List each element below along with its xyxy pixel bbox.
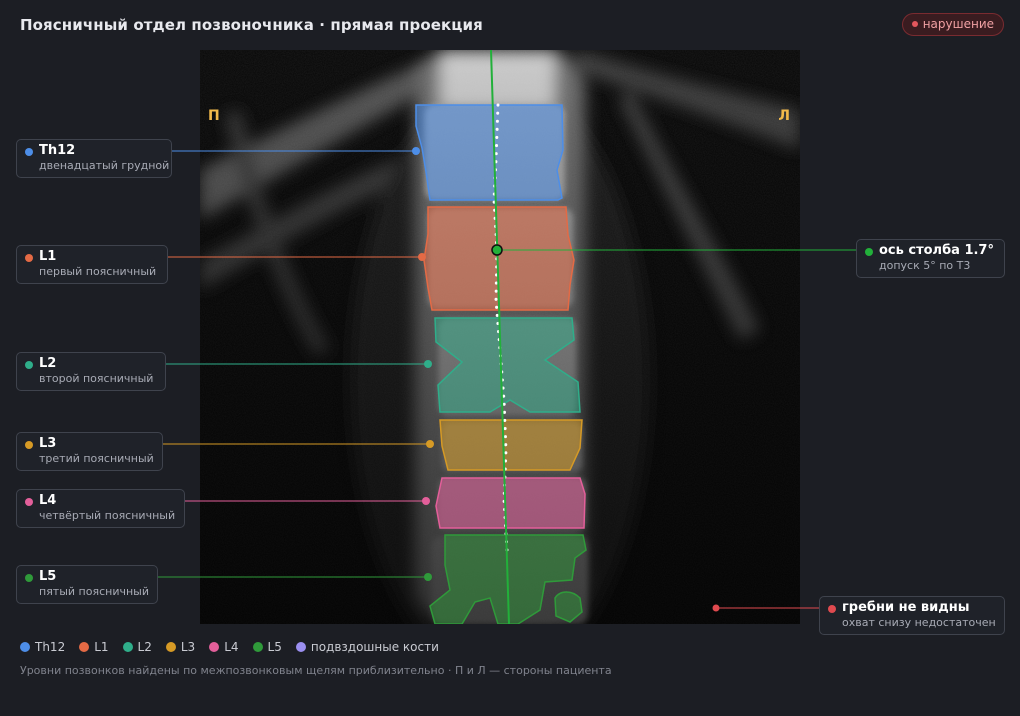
- callout-th12-sub: двенадцатый грудной: [39, 159, 170, 172]
- alert-dot-icon: [911, 20, 918, 27]
- axis-color-dot: [865, 248, 873, 256]
- callout-crest-label: гребни не видны: [842, 600, 970, 615]
- callout-l2[interactable]: L2 второй поясничный: [16, 352, 166, 391]
- legend-label: Th12: [35, 640, 66, 654]
- callout-l1-sub: первый поясничный: [39, 265, 157, 278]
- callout-l5-label: L5: [39, 569, 57, 584]
- callout-l2-sub: второй поясничный: [39, 372, 154, 385]
- l5-color-dot: [25, 574, 33, 582]
- callout-l2-label: L2: [39, 356, 57, 371]
- vertebra-mask-l4[interactable]: [435, 477, 586, 529]
- side-marker-left-patient: Л: [778, 108, 790, 124]
- callout-th12[interactable]: Th12 двенадцатый грудной: [16, 139, 172, 178]
- legend-dot-icon: [122, 642, 133, 652]
- legend-item-l3[interactable]: L3: [165, 640, 196, 654]
- l4-color-dot: [25, 498, 33, 506]
- legend-dot-icon: [79, 642, 90, 652]
- callout-axis-sub: допуск 5° по Т3: [879, 259, 971, 272]
- callout-l1[interactable]: L1 первый поясничный: [16, 245, 168, 284]
- legend-item-iliac[interactable]: подвздошные кости: [295, 640, 439, 654]
- callout-l3[interactable]: L3 третий поясничный: [16, 432, 163, 471]
- callout-l3-sub: третий поясничный: [39, 452, 154, 465]
- legend-dot-icon: [20, 642, 30, 652]
- footnote: Уровни позвонков найдены по межпозвонков…: [20, 664, 612, 677]
- legend-item-l2[interactable]: L2: [122, 640, 152, 654]
- callout-th12-label: Th12: [39, 143, 76, 158]
- legend-label: подвздошные кости: [310, 640, 439, 654]
- vertebra-mask-th12[interactable]: [415, 104, 564, 201]
- legend-label: L1: [94, 640, 109, 654]
- legend-label: L4: [224, 640, 239, 654]
- legend-dot-icon: [209, 642, 220, 652]
- th12-color-dot: [25, 148, 33, 156]
- callout-iliac-crests[interactable]: гребни не видны охват снизу недостаточен: [819, 596, 1005, 635]
- legend-label: L3: [180, 640, 196, 654]
- legend-dot-icon: [165, 642, 176, 652]
- callout-l4-sub: четвёртый поясничный: [39, 509, 176, 522]
- legend-item-l1[interactable]: L1: [79, 640, 109, 654]
- callout-axis-label: ось столба 1.7°: [879, 243, 994, 258]
- legend-label: L5: [267, 640, 282, 654]
- callout-l4-label: L4: [39, 493, 57, 508]
- callout-l4[interactable]: L4 четвёртый поясничный: [16, 489, 185, 528]
- vertebra-mask-l3[interactable]: [439, 419, 583, 471]
- warning-dot-icon: [828, 605, 836, 613]
- legend-item-l4[interactable]: L4: [209, 640, 239, 654]
- xray-viewport[interactable]: П Л: [200, 50, 800, 624]
- xray-image: [200, 50, 800, 624]
- callout-crest-sub: охват снизу недостаточен: [842, 616, 996, 629]
- status-badge: нарушение: [901, 13, 1004, 36]
- legend-dot-icon: [252, 642, 263, 652]
- callout-l1-label: L1: [39, 249, 57, 264]
- l2-color-dot: [25, 361, 33, 369]
- l1-color-dot: [25, 254, 33, 262]
- status-badge-label: нарушение: [922, 17, 994, 31]
- callout-l5-sub: пятый поясничный: [39, 585, 149, 598]
- callout-l5[interactable]: L5 пятый поясничный: [16, 565, 158, 604]
- callout-l3-label: L3: [39, 436, 57, 451]
- l3-color-dot: [25, 441, 33, 449]
- legend-item-th12[interactable]: Th12: [20, 640, 65, 654]
- legend: Th12 L1 L2 L3 L4 L5 подвздошные кости: [20, 640, 439, 654]
- page-title: Поясничный отдел позвоночника · прямая п…: [20, 16, 483, 34]
- callout-spinal-axis[interactable]: ось столба 1.7° допуск 5° по Т3: [856, 239, 1005, 278]
- legend-dot-icon: [295, 642, 306, 652]
- legend-item-l5[interactable]: L5: [252, 640, 282, 654]
- side-marker-right-patient: П: [208, 108, 220, 124]
- legend-label: L2: [137, 640, 152, 654]
